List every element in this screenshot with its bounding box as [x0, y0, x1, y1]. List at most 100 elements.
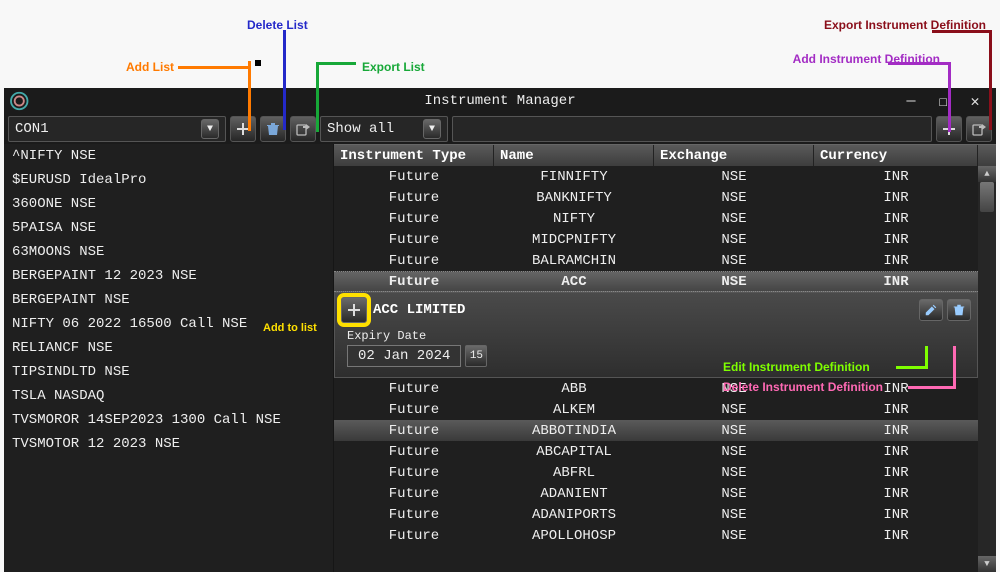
plus-icon	[941, 121, 957, 137]
table-header: Instrument Type Name Exchange Currency	[334, 144, 996, 166]
expiry-date-field[interactable]: 02 Jan 2024	[347, 345, 461, 367]
table-row[interactable]: FutureACCNSEINR	[334, 271, 978, 292]
list-item[interactable]: ^NIFTY NSE	[4, 144, 333, 168]
scroll-thumb[interactable]	[980, 182, 994, 212]
cell-type: Future	[334, 190, 494, 206]
table-row[interactable]: FutureBALRAMCHINNSEINR	[334, 250, 978, 271]
cell-exchange: NSE	[654, 211, 814, 227]
cell-type: Future	[334, 232, 494, 248]
cell-name: ABFRL	[494, 465, 654, 481]
cell-exchange: NSE	[654, 381, 814, 397]
anno-export-instr: Export Instrument Definition	[824, 18, 986, 32]
cell-exchange: NSE	[654, 528, 814, 544]
table-row[interactable]: FutureMIDCPNIFTYNSEINR	[334, 229, 978, 250]
table-row[interactable]: FutureNIFTYNSEINR	[334, 208, 978, 229]
table-row[interactable]: FutureFINNIFTYNSEINR	[334, 166, 978, 187]
trash-icon	[265, 121, 281, 137]
cell-name: ACC	[494, 274, 654, 290]
list-item[interactable]: TVSMOROR 14SEP2023 1300 Call NSE	[4, 408, 333, 432]
list-item[interactable]: BERGEPAINT NSE	[4, 288, 333, 312]
col-currency[interactable]: Currency	[814, 145, 978, 166]
cell-name: APOLLOHOSP	[494, 528, 654, 544]
cell-exchange: NSE	[654, 486, 814, 502]
cell-type: Future	[334, 253, 494, 269]
filter-dropdown[interactable]: Show all ▼	[320, 116, 448, 142]
list-item[interactable]: NIFTY 06 2022 16500 Call NSE	[4, 312, 333, 336]
table-row[interactable]: FutureABBOTINDIANSEINR	[334, 420, 978, 441]
list-dropdown[interactable]: CON1 ▼	[8, 116, 226, 142]
anno-delete-list: Delete List	[247, 18, 308, 32]
table-row[interactable]: FutureABBNSEINR	[334, 378, 978, 399]
table-row[interactable]: FutureALKEMNSEINR	[334, 399, 978, 420]
table-row[interactable]: FutureBANKNIFTYNSEINR	[334, 187, 978, 208]
cell-name: NIFTY	[494, 211, 654, 227]
instrument-detail-panel: ACC LIMITEDExpiry Date02 Jan 202415	[334, 292, 978, 378]
cell-currency: INR	[814, 253, 978, 269]
cell-name: BANKNIFTY	[494, 190, 654, 206]
table-row[interactable]: FutureADANIPORTSNSEINR	[334, 504, 978, 525]
chevron-down-icon: ▼	[201, 119, 219, 139]
list-item[interactable]: TIPSINDLTD NSE	[4, 360, 333, 384]
edit-instrument-button[interactable]	[919, 299, 943, 321]
cell-name: ABCAPITAL	[494, 444, 654, 460]
add-list-button[interactable]	[230, 116, 256, 142]
add-instrument-button[interactable]	[936, 116, 962, 142]
cell-name: ABB	[494, 381, 654, 397]
cell-name: ADANIPORTS	[494, 507, 654, 523]
cell-name: MIDCPNIFTY	[494, 232, 654, 248]
cell-currency: INR	[814, 507, 978, 523]
delete-list-button[interactable]	[260, 116, 286, 142]
toolbar: CON1 ▼ Show all ▼	[4, 114, 996, 144]
cell-exchange: NSE	[654, 169, 814, 185]
add-to-list-button[interactable]	[341, 297, 367, 323]
close-window-button[interactable]: ✕	[964, 92, 986, 110]
calendar-button[interactable]: 15	[465, 345, 487, 367]
list-item[interactable]: BERGEPAINT 12 2023 NSE	[4, 264, 333, 288]
cell-name: BALRAMCHIN	[494, 253, 654, 269]
pencil-icon	[924, 303, 938, 317]
list-selected: CON1	[15, 121, 197, 137]
list-item[interactable]: RELIANCF NSE	[4, 336, 333, 360]
table-row[interactable]: FutureADANIENTNSEINR	[334, 483, 978, 504]
cell-exchange: NSE	[654, 423, 814, 439]
table-row[interactable]: FutureAPOLLOHOSPNSEINR	[334, 525, 978, 546]
export-list-button[interactable]	[290, 116, 316, 142]
table-row[interactable]: FutureABFRLNSEINR	[334, 462, 978, 483]
list-item[interactable]: 5PAISA NSE	[4, 216, 333, 240]
export-icon	[971, 121, 987, 137]
search-input[interactable]	[452, 116, 932, 142]
col-name[interactable]: Name	[494, 145, 654, 166]
annotation-layer: Export Instrument Definition Add Instrum…	[0, 0, 1000, 88]
col-instrument-type[interactable]: Instrument Type	[334, 145, 494, 166]
cell-type: Future	[334, 507, 494, 523]
list-item[interactable]: $EURUSD IdealPro	[4, 168, 333, 192]
expiry-label: Expiry Date	[347, 329, 971, 343]
col-exchange[interactable]: Exchange	[654, 145, 814, 166]
cell-currency: INR	[814, 190, 978, 206]
minimize-button[interactable]: —	[900, 92, 922, 110]
maximize-button[interactable]: ☐	[932, 92, 954, 110]
list-item[interactable]: 360ONE NSE	[4, 192, 333, 216]
cell-type: Future	[334, 444, 494, 460]
chevron-down-icon: ▼	[423, 119, 441, 139]
list-item[interactable]: TSLA NASDAQ	[4, 384, 333, 408]
table-row[interactable]: FutureABCAPITALNSEINR	[334, 441, 978, 462]
export-instrument-button[interactable]	[966, 116, 992, 142]
list-item[interactable]: TVSMOTOR 12 2023 NSE	[4, 432, 333, 456]
cell-type: Future	[334, 465, 494, 481]
list-item[interactable]: 63MOONS NSE	[4, 240, 333, 264]
cell-exchange: NSE	[654, 402, 814, 418]
filter-selected: Show all	[327, 121, 419, 137]
cell-type: Future	[334, 528, 494, 544]
delete-instrument-button[interactable]	[947, 299, 971, 321]
scroll-down-icon[interactable]: ▼	[978, 556, 996, 572]
cell-exchange: NSE	[654, 190, 814, 206]
cell-type: Future	[334, 211, 494, 227]
calendar-icon: 15	[470, 350, 483, 362]
anno-add-instr: Add Instrument Definition	[793, 52, 940, 66]
cell-currency: INR	[814, 232, 978, 248]
cell-currency: INR	[814, 444, 978, 460]
scroll-up-icon[interactable]: ▲	[978, 166, 996, 182]
vertical-scrollbar[interactable]: ▲ ▼	[978, 166, 996, 572]
instrument-list[interactable]: ^NIFTY NSE$EURUSD IdealPro360ONE NSE5PAI…	[4, 144, 334, 572]
